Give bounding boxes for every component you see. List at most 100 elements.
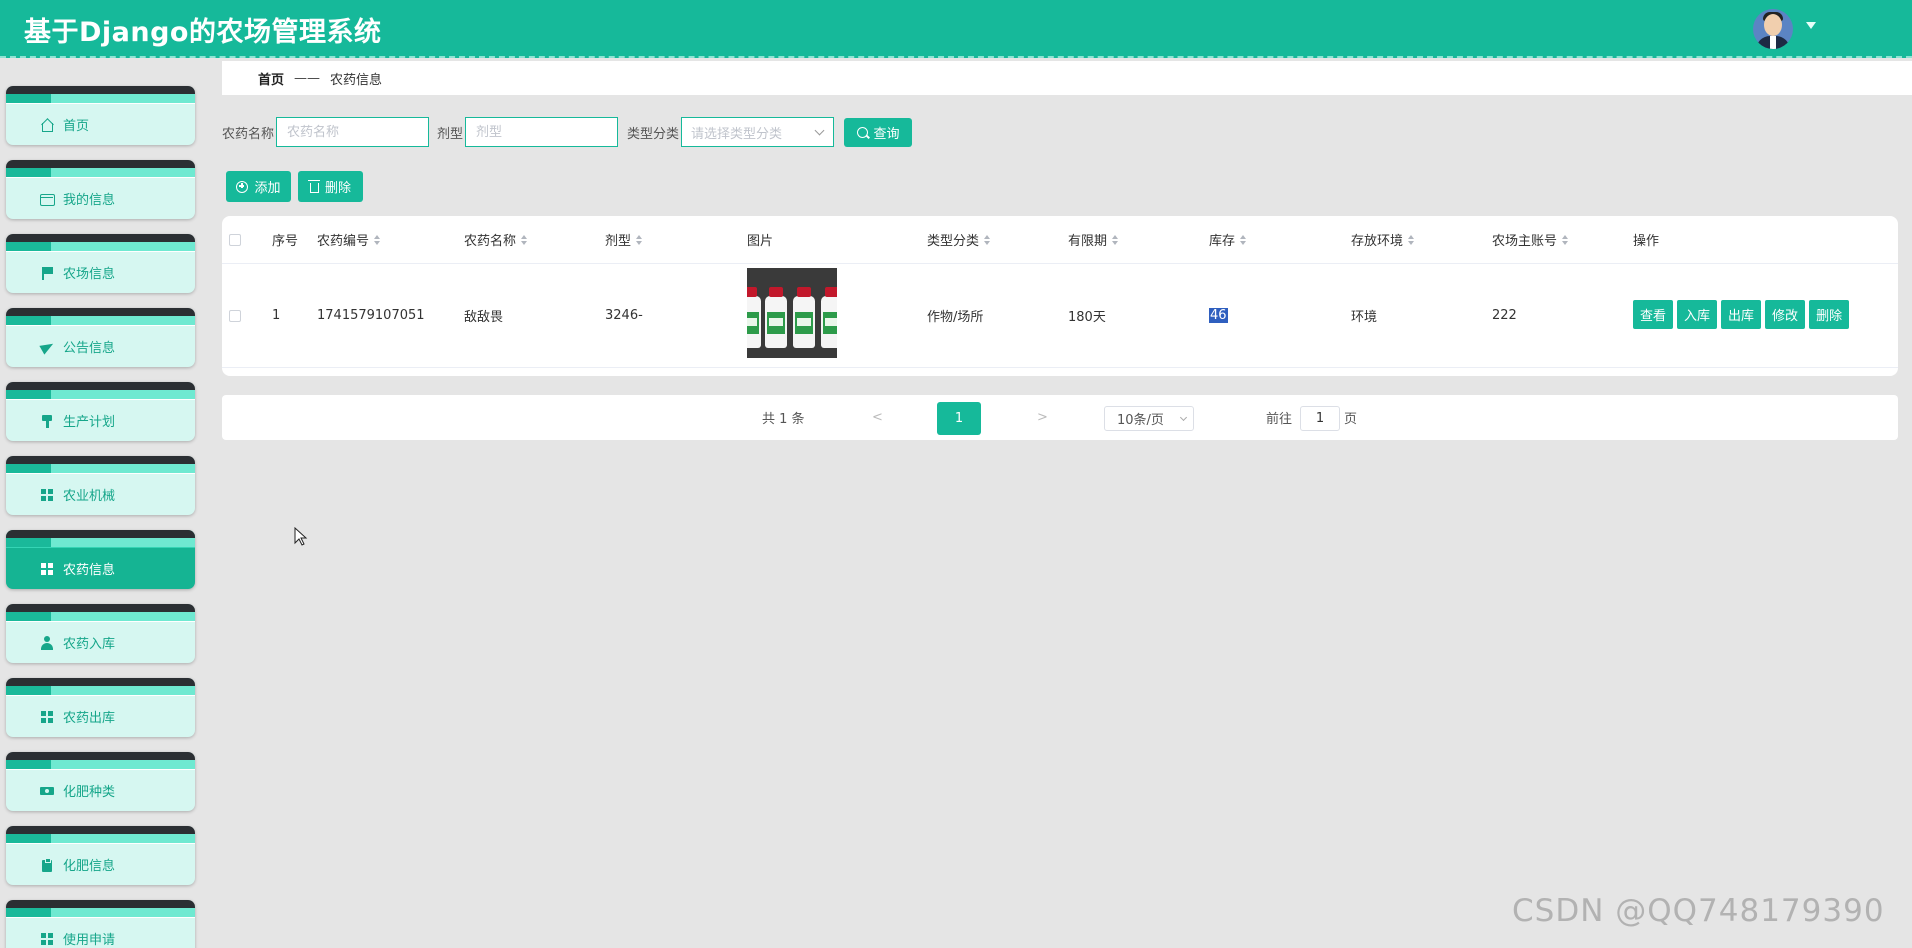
- user-avatar[interactable]: [1753, 9, 1793, 49]
- sidebar-item-label: 农药出库: [63, 711, 116, 726]
- chevron-down-icon: [814, 125, 825, 136]
- sidebar-item-pesticide-out[interactable]: 农药出库: [6, 678, 195, 737]
- flag-icon: [40, 266, 54, 280]
- cell-validity: 180天: [1068, 310, 1106, 325]
- prev-page-button[interactable]: <: [872, 395, 883, 440]
- page-size-value: 10条/页: [1117, 413, 1164, 428]
- category-label: 类型分类: [627, 126, 680, 142]
- sort-icon[interactable]: [1408, 234, 1415, 245]
- batch-delete-button[interactable]: 删除: [298, 171, 363, 202]
- column-header[interactable]: 剂型: [605, 216, 643, 263]
- pagination-total: 共 1 条: [762, 412, 805, 427]
- sidebar-item-farm-info[interactable]: 农场信息: [6, 234, 195, 293]
- app-title: 基于Django的农场管理系统: [24, 17, 382, 48]
- breadcrumb-separator: ——: [294, 70, 321, 86]
- column-header[interactable]: 农场主账号: [1492, 216, 1569, 263]
- query-button[interactable]: 查询: [844, 117, 913, 147]
- form-label: 剂型: [437, 126, 464, 142]
- category-select-placeholder: 请选择类型分类: [691, 126, 783, 142]
- column-header[interactable]: 农药编号: [317, 216, 381, 263]
- caret-down-icon[interactable]: [1806, 22, 1816, 29]
- column-header[interactable]: 库存: [1209, 216, 1247, 263]
- watermark: CSDN @QQ748179390: [1512, 893, 1885, 929]
- grid-icon: [40, 710, 54, 724]
- goto-label: 前往: [1266, 412, 1293, 427]
- grid-icon: [40, 932, 54, 946]
- sidebar-item-machinery[interactable]: 农业机械: [6, 456, 195, 515]
- sort-icon[interactable]: [984, 234, 991, 245]
- cell-stock: 46: [1209, 264, 1228, 367]
- column-header[interactable]: 有限期: [1068, 216, 1119, 263]
- sidebar-item-fertilizer-info[interactable]: 化肥信息: [6, 826, 195, 885]
- breadcrumb-home[interactable]: 首页: [258, 69, 284, 88]
- sidebar-item-production-plan[interactable]: 生产计划: [6, 382, 195, 441]
- search-icon: [856, 126, 868, 138]
- next-page-button[interactable]: >: [1037, 395, 1048, 440]
- cell-category: 作物/场所: [927, 310, 984, 325]
- name-input[interactable]: [276, 117, 430, 147]
- pagination: 共 1 条 < 1 > 10条/页 前往 1 页: [222, 395, 1898, 440]
- sidebar-item-notice[interactable]: 公告信息: [6, 308, 195, 367]
- sort-icon[interactable]: [1240, 234, 1247, 245]
- add-button-label: 添加: [254, 181, 281, 196]
- pesticide-image[interactable]: [747, 268, 837, 358]
- sidebar-item-usage-request[interactable]: 使用申请: [6, 900, 195, 948]
- row-actions: 查看 入库 出库 修改 删除: [1633, 300, 1850, 329]
- top-header: 基于Django的农场管理系统: [0, 0, 1912, 58]
- column-header[interactable]: 类型分类: [927, 216, 991, 263]
- form-input[interactable]: [465, 117, 619, 147]
- sidebar-item-label: 生产计划: [63, 415, 116, 430]
- row-checkbox[interactable]: [229, 309, 241, 322]
- page-number-current[interactable]: 1: [937, 402, 981, 435]
- grid-icon: [40, 488, 54, 502]
- breadcrumb-current: 农药信息: [330, 72, 383, 88]
- cell-owner: 222: [1492, 308, 1517, 323]
- sidebar-item-label: 农场信息: [63, 267, 116, 282]
- stock-out-button[interactable]: 出库: [1721, 300, 1762, 329]
- sort-icon[interactable]: [521, 234, 528, 245]
- column-header: 操作: [1633, 234, 1660, 249]
- sidebar-item-label: 首页: [63, 119, 90, 134]
- cell-form: 3246-: [605, 308, 643, 323]
- sort-icon[interactable]: [1112, 234, 1119, 245]
- sidebar-item-label: 公告信息: [63, 341, 116, 356]
- sidebar-item-pesticide-info[interactable]: 农药信息: [6, 530, 195, 589]
- add-button[interactable]: 添加: [226, 171, 291, 202]
- clipboard-icon: [40, 857, 54, 872]
- breadcrumb: 首页 —— 农药信息: [222, 61, 1912, 95]
- sidebar: 首页 我的信息 农场信息 公告信息 生产计划 农业机械 农药信息 农药入库 农药…: [0, 60, 215, 948]
- sidebar-item-label: 农业机械: [63, 489, 116, 504]
- sidebar-item-label: 农药信息: [63, 563, 116, 578]
- sort-icon[interactable]: [1562, 234, 1569, 245]
- delete-button-label: 删除: [324, 181, 351, 196]
- sidebar-item-label: 化肥种类: [63, 785, 116, 800]
- sort-icon[interactable]: [636, 234, 643, 245]
- sort-icon[interactable]: [374, 234, 381, 245]
- table-row: 1 1741579107051 敌敌畏 3246- 作物/场所 180天 46 …: [222, 264, 1898, 368]
- name-label: 农药名称: [222, 126, 275, 142]
- sidebar-item-pesticide-in[interactable]: 农药入库: [6, 604, 195, 663]
- stock-value-selected: 46: [1209, 308, 1228, 323]
- table-header: 序号 农药编号 农药名称 剂型 图片 类型分类 有限期 库存 存放环境 农场主账…: [222, 216, 1898, 264]
- sidebar-item-label: 农药入库: [63, 637, 116, 652]
- stock-in-button[interactable]: 入库: [1677, 300, 1718, 329]
- trash-icon: [307, 179, 320, 193]
- sidebar-item-fertilizer-type[interactable]: 化肥种类: [6, 752, 195, 811]
- page-size-select[interactable]: 10条/页: [1104, 406, 1194, 431]
- search-bar: 农药名称 剂型 类型分类 请选择类型分类 查询: [222, 117, 913, 147]
- edit-button[interactable]: 修改: [1765, 300, 1806, 329]
- view-button[interactable]: 查看: [1633, 300, 1674, 329]
- delete-row-button[interactable]: 删除: [1809, 300, 1850, 329]
- goto-page-input[interactable]: 1: [1300, 406, 1340, 431]
- select-all-checkbox[interactable]: [229, 233, 241, 246]
- sidebar-item-label: 使用申请: [63, 933, 116, 948]
- sidebar-item-home[interactable]: 首页: [6, 86, 195, 145]
- cell-index: 1: [272, 308, 281, 323]
- column-header: 图片: [747, 234, 774, 249]
- column-header[interactable]: 农药名称: [464, 216, 528, 263]
- user-icon: [40, 635, 54, 650]
- column-header[interactable]: 存放环境: [1351, 216, 1415, 263]
- category-select[interactable]: 请选择类型分类: [681, 117, 835, 147]
- sidebar-item-my-info[interactable]: 我的信息: [6, 160, 195, 219]
- sidebar-item-label: 我的信息: [63, 193, 116, 208]
